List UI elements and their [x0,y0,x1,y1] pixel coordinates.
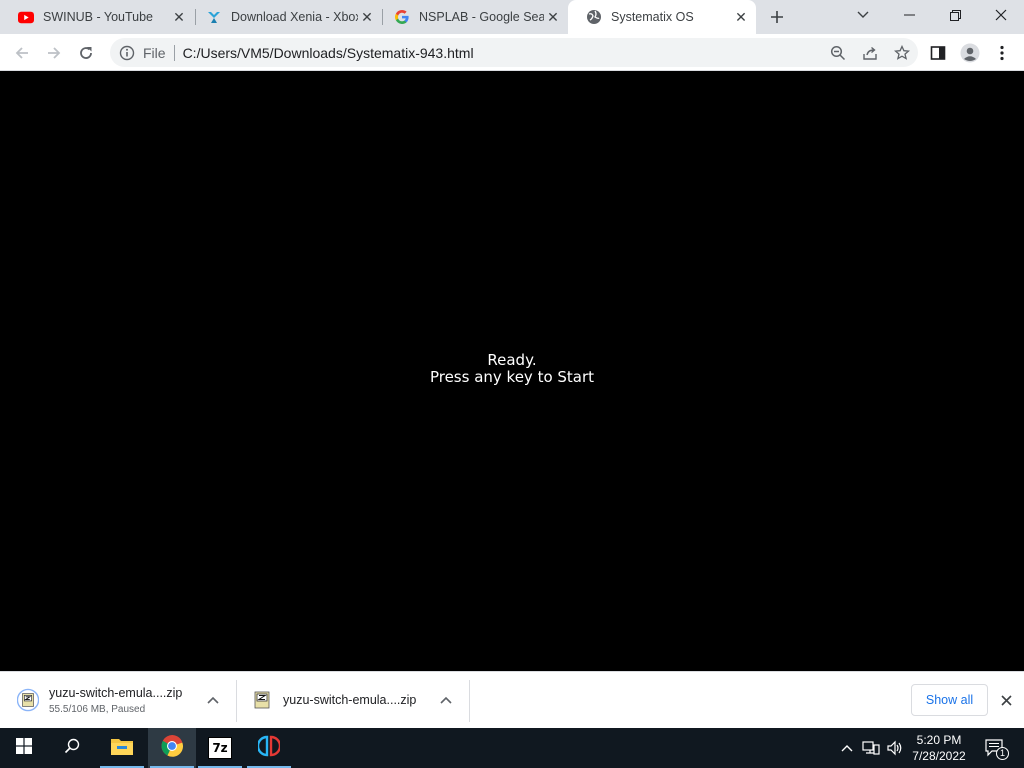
download-options-chevron-icon[interactable] [436,690,456,710]
close-icon[interactable]: ✕ [358,8,376,26]
yuzu-icon [256,735,282,762]
close-icon[interactable]: ✕ [170,8,188,26]
taskbar-clock[interactable]: 5:20 PM 7/28/2022 [906,732,972,764]
file-explorer-icon [111,737,133,760]
download-shelf: yuzu-switch-emula....zip 55.5/106 MB, Pa… [0,671,1024,728]
windows-taskbar: 7z 5:20 PM 7/28/2022 1 [0,728,1024,768]
tab-systematix[interactable]: Systematix OS ✕ [568,0,756,34]
close-icon[interactable]: ✕ [544,8,562,26]
close-shelf-icon[interactable] [996,690,1016,710]
ready-text: Ready. [487,351,537,369]
notification-icon: 1 [985,739,1009,760]
download-status: 55.5/106 MB, Paused [49,703,146,715]
clock-date: 7/28/2022 [912,749,966,763]
start-icon [16,737,32,759]
new-tab-button[interactable] [765,5,789,29]
minimize-button[interactable] [886,0,932,30]
chrome-icon [161,734,183,762]
close-window-button[interactable] [978,0,1024,30]
7zip-label: 7z [212,741,228,755]
side-panel-icon[interactable] [924,39,952,67]
volume-icon[interactable] [884,728,906,768]
profile-avatar-icon[interactable] [956,39,984,67]
shelf-divider [236,680,237,722]
address-bar[interactable]: File C:/Users/VM5/Downloads/Systematix-9… [110,38,918,67]
notification-count-badge: 1 [996,747,1009,760]
shelf-divider [469,680,470,722]
omnibox-divider [173,44,175,61]
info-icon[interactable] [119,45,135,61]
download-item[interactable]: yuzu-switch-emula....zip [251,672,431,728]
action-center-button[interactable]: 1 [980,728,1010,768]
close-icon[interactable]: ✕ [732,8,750,26]
download-filename: yuzu-switch-emula....zip [283,693,417,707]
google-icon [394,9,410,25]
start-button[interactable] [0,728,48,768]
taskbar-search-button[interactable] [48,728,96,768]
tab-search-button[interactable] [840,0,886,30]
taskbar-file-explorer[interactable] [98,728,146,768]
tab-google[interactable]: NSPLAB - Google Search ✕ [376,0,568,34]
url-text[interactable]: C:/Users/VM5/Downloads/Systematix-943.ht… [183,45,822,61]
tab-title: Download Xenia - Xbox [231,10,358,24]
url-scheme-label: File [143,44,166,61]
taskbar-7zip[interactable]: 7z [196,728,244,768]
network-icon[interactable] [860,728,882,768]
back-button[interactable] [8,39,36,67]
zoom-out-icon[interactable] [822,38,854,67]
press-key-text: Press any key to Start [429,368,595,386]
tab-strip: SWINUB - YouTube ✕ Download Xenia - Xbox… [0,0,1024,34]
download-options-chevron-icon[interactable] [203,690,223,710]
desktop: SWINUB - YouTube ✕ Download Xenia - Xbox… [0,0,1024,768]
tab-title: Systematix OS [611,10,694,24]
forward-button[interactable] [40,39,68,67]
menu-kebab-icon[interactable] [988,39,1016,67]
browser-toolbar: File C:/Users/VM5/Downloads/Systematix-9… [0,34,1024,71]
7zip-icon: 7z [208,737,232,759]
download-filename: yuzu-switch-emula....zip [49,685,183,700]
taskbar-yuzu[interactable] [245,728,293,768]
search-icon [64,738,80,759]
xenia-icon [206,9,222,25]
page-viewport[interactable]: Ready. Press any key to Start [0,71,1024,671]
share-icon[interactable] [854,38,886,67]
tab-xenia[interactable]: Download Xenia - Xbox ✕ [188,0,382,34]
tab-title: SWINUB - YouTube [43,10,154,24]
tab-title: NSPLAB - Google Search [419,10,544,24]
reload-button[interactable] [72,39,100,67]
youtube-icon [18,9,34,25]
globe-icon [586,9,602,25]
boot-message: Ready. Press any key to Start [0,352,1024,386]
taskbar-chrome[interactable] [148,728,196,768]
clock-time: 5:20 PM [916,733,962,747]
tab-youtube[interactable]: SWINUB - YouTube ✕ [0,0,194,34]
show-all-button[interactable]: Show all [911,684,988,716]
bookmark-star-icon[interactable] [886,38,918,67]
download-item[interactable]: yuzu-switch-emula....zip 55.5/106 MB, Pa… [17,672,197,728]
restore-button[interactable] [932,0,978,30]
zip-file-icon [251,689,273,711]
show-hidden-icons-chevron-icon[interactable] [838,728,856,768]
zip-file-icon [17,688,39,712]
